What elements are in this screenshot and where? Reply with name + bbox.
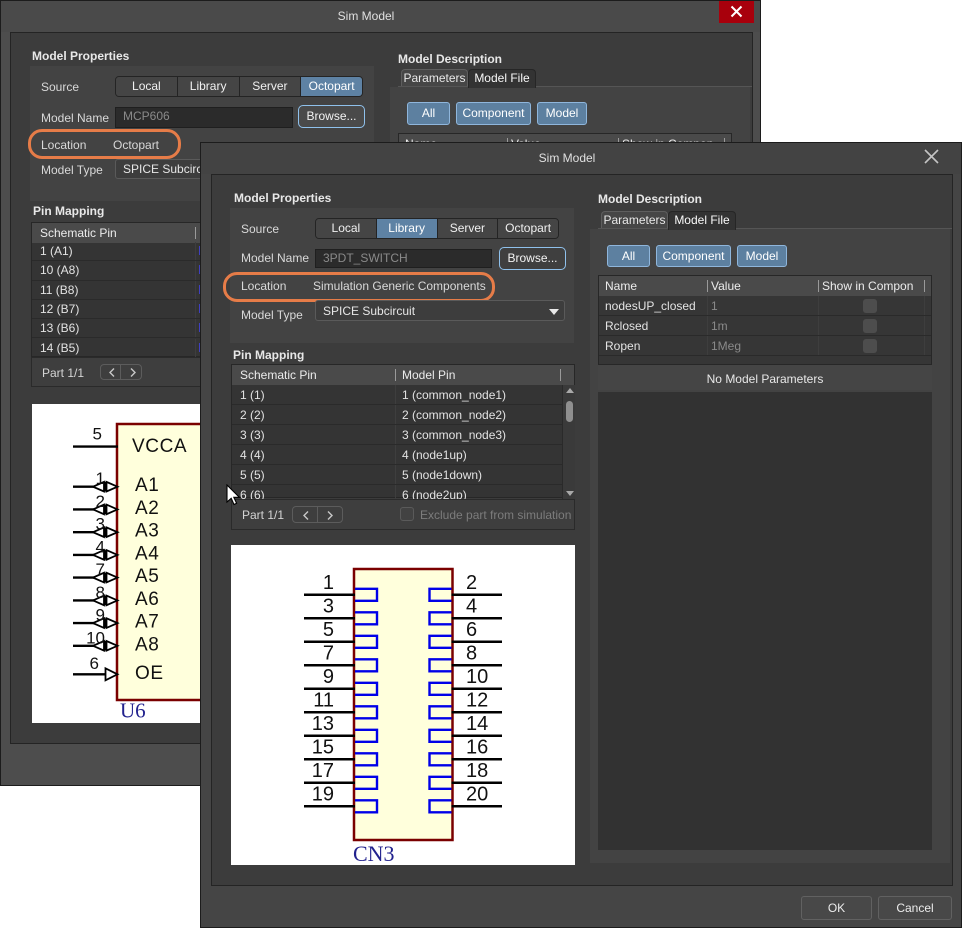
svg-text:12: 12 xyxy=(466,689,488,711)
svg-text:13: 13 xyxy=(312,713,334,735)
svg-text:7: 7 xyxy=(96,560,105,579)
svg-text:A3: A3 xyxy=(135,521,159,542)
svg-text:3: 3 xyxy=(323,595,334,617)
svg-text:OE: OE xyxy=(135,663,164,684)
svg-text:A2: A2 xyxy=(135,498,159,519)
svg-text:11: 11 xyxy=(313,689,334,711)
svg-text:VCCA: VCCA xyxy=(132,436,187,457)
svg-text:8: 8 xyxy=(96,583,105,602)
svg-text:9: 9 xyxy=(323,666,334,688)
svg-text:5: 5 xyxy=(323,619,334,641)
svg-text:6: 6 xyxy=(466,619,477,641)
svg-text:4: 4 xyxy=(96,537,105,556)
svg-text:A1: A1 xyxy=(135,475,159,496)
svg-text:9: 9 xyxy=(96,606,105,625)
svg-text:6: 6 xyxy=(90,654,99,673)
svg-text:5: 5 xyxy=(93,425,102,444)
svg-text:7: 7 xyxy=(323,642,334,664)
svg-text:16: 16 xyxy=(466,736,488,758)
svg-text:20: 20 xyxy=(466,783,488,805)
svg-text:2: 2 xyxy=(466,572,477,594)
svg-text:10: 10 xyxy=(466,666,488,688)
svg-text:15: 15 xyxy=(312,736,334,758)
svg-text:A4: A4 xyxy=(135,543,159,564)
svg-text:U6: U6 xyxy=(120,699,146,723)
svg-text:17: 17 xyxy=(312,760,334,782)
svg-text:CN3: CN3 xyxy=(353,841,395,865)
svg-text:4: 4 xyxy=(466,595,477,617)
svg-text:A5: A5 xyxy=(135,566,159,587)
svg-text:A8: A8 xyxy=(135,634,159,655)
svg-text:19: 19 xyxy=(312,783,334,805)
svg-text:A6: A6 xyxy=(135,589,159,610)
svg-text:A7: A7 xyxy=(135,612,159,633)
svg-text:18: 18 xyxy=(466,760,488,782)
svg-text:3: 3 xyxy=(96,515,105,534)
svg-text:8: 8 xyxy=(466,642,477,664)
svg-text:14: 14 xyxy=(466,713,488,735)
svg-text:1: 1 xyxy=(96,469,105,488)
svg-text:2: 2 xyxy=(96,492,105,511)
svg-text:1: 1 xyxy=(323,572,334,594)
svg-text:10: 10 xyxy=(86,628,105,647)
